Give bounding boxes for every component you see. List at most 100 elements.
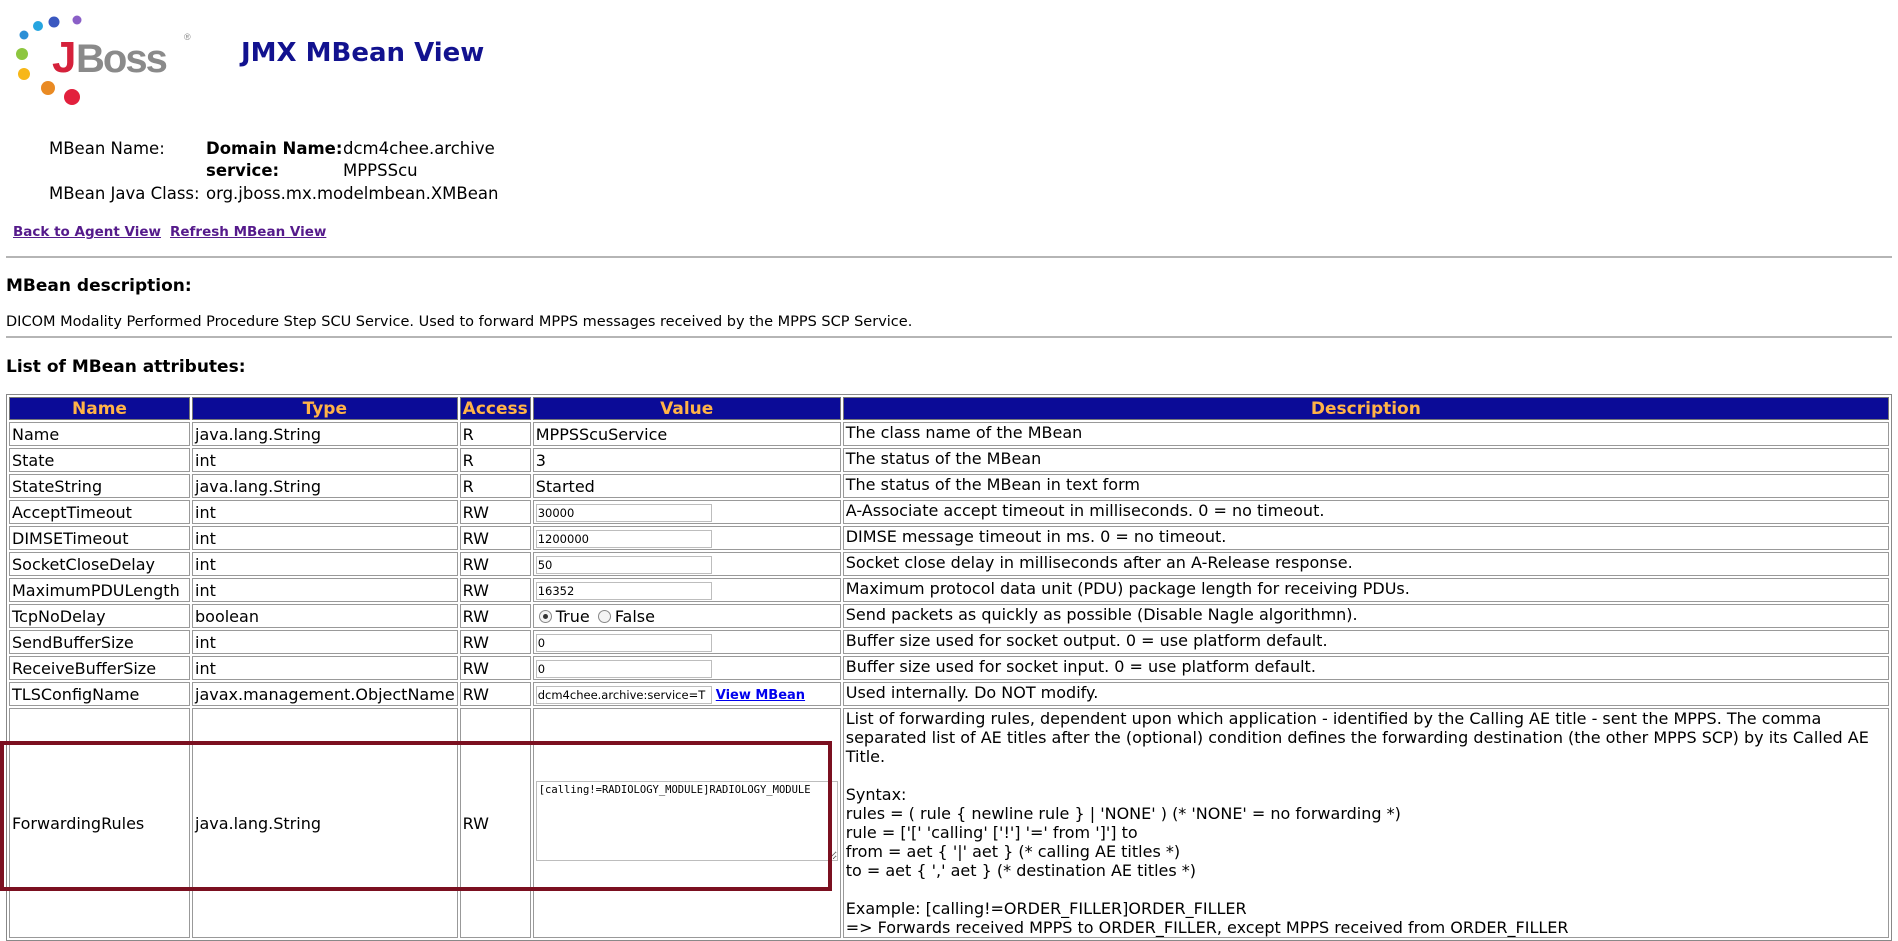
tls-config-name-input[interactable]: [535, 685, 712, 704]
table-row: TLSConfigName javax.management.ObjectNam…: [9, 682, 1889, 706]
attr-access: RW: [459, 552, 531, 576]
false-radio[interactable]: [597, 609, 611, 623]
attr-name: SendBufferSize: [9, 630, 190, 654]
attr-name: ReceiveBufferSize: [9, 656, 190, 680]
description-line: Example: [calling!=ORDER_FILLER]ORDER_FI…: [845, 899, 1247, 918]
column-header-access: Access: [459, 397, 531, 420]
domain-name-label: Domain Name:: [206, 139, 343, 158]
table-row: Name java.lang.String R MPPSScuService T…: [9, 422, 1889, 446]
attr-value-cell: [532, 526, 841, 550]
attr-description: Maximum protocol data unit (PDU) package…: [842, 578, 1889, 602]
attr-access: RW: [459, 604, 531, 628]
attr-name: Name: [9, 422, 190, 446]
attr-type: int: [192, 630, 458, 654]
accept-timeout-input[interactable]: [535, 503, 712, 522]
receive-buffer-size-input[interactable]: [535, 659, 712, 678]
java-class-label: MBean Java Class:: [49, 184, 200, 203]
column-header-description: Description: [842, 397, 1889, 420]
table-row: SendBufferSize int RW Buffer size used f…: [9, 630, 1889, 654]
column-header-name: Name: [9, 397, 190, 420]
attr-description: A-Associate accept timeout in millisecon…: [842, 500, 1889, 524]
send-buffer-size-input[interactable]: [535, 633, 712, 652]
table-row: State int R 3 The status of the MBean: [9, 448, 1889, 472]
attr-name: TcpNoDelay: [9, 604, 190, 628]
table-row: MaximumPDULength int RW Maximum protocol…: [9, 578, 1889, 602]
back-to-agent-view-link[interactable]: Back to Agent View: [13, 224, 161, 240]
attr-value: MPPSScuService: [532, 422, 841, 446]
attr-access: RW: [459, 526, 531, 550]
attr-value-cell: [532, 500, 841, 524]
attr-value: 3: [532, 448, 841, 472]
domain-name-value: dcm4chee.archive: [343, 139, 495, 158]
attr-value-cell: [532, 630, 841, 654]
table-row: DIMSETimeout int RW DIMSE message timeou…: [9, 526, 1889, 550]
attr-type: int: [192, 526, 458, 550]
attr-name: DIMSETimeout: [9, 526, 190, 550]
attr-type: int: [192, 656, 458, 680]
false-radio-label: False: [614, 606, 655, 626]
refresh-mbean-view-link[interactable]: Refresh MBean View: [170, 224, 326, 240]
attr-type: int: [192, 448, 458, 472]
attr-description: Buffer size used for socket output. 0 = …: [842, 630, 1889, 654]
dimse-timeout-input[interactable]: [535, 529, 712, 548]
table-header-row: Name Type Access Value Description: [9, 397, 1889, 420]
attr-name: TLSConfigName: [9, 682, 190, 706]
attr-type: int: [192, 578, 458, 602]
view-mbean-link[interactable]: View MBean: [716, 688, 805, 703]
svg-text:Boss: Boss: [76, 37, 167, 81]
attr-name: ForwardingRules: [9, 708, 190, 938]
attr-type: int: [192, 552, 458, 576]
svg-text:J: J: [52, 33, 74, 82]
description-line: [846, 766, 1886, 785]
true-radio-label: True: [555, 606, 590, 626]
attributes-heading: List of MBean attributes:: [6, 357, 246, 377]
attr-description: DIMSE message timeout in ms. 0 = no time…: [842, 526, 1889, 550]
attr-name: State: [9, 448, 190, 472]
attr-value-cell: True False: [532, 604, 841, 628]
attr-description: The status of the MBean in text form: [842, 474, 1889, 498]
attr-type: java.lang.String: [192, 708, 458, 938]
attr-access: R: [459, 422, 531, 446]
socket-close-delay-input[interactable]: [535, 555, 712, 574]
attr-access: R: [459, 474, 531, 498]
description-line: to = aet { ',' aet } (* destination AE t…: [845, 861, 1197, 880]
table-row: ReceiveBufferSize int RW Buffer size use…: [9, 656, 1889, 680]
divider: [6, 256, 1892, 258]
attr-type: javax.management.ObjectName: [192, 682, 458, 706]
true-radio[interactable]: [538, 609, 552, 623]
service-value: MPPSScu: [343, 161, 418, 180]
attr-description: List of forwarding rules, dependent upon…: [842, 708, 1889, 938]
attr-type: int: [192, 500, 458, 524]
attr-access: RW: [459, 708, 531, 938]
attr-type: java.lang.String: [192, 474, 458, 498]
mbean-description-heading: MBean description:: [6, 276, 192, 296]
attr-type: java.lang.String: [192, 422, 458, 446]
forwarding-rules-textarea[interactable]: [calling!=RADIOLOGY_MODULE]RADIOLOGY_MOD…: [535, 781, 838, 861]
attr-name: StateString: [9, 474, 190, 498]
svg-text:®: ®: [184, 32, 191, 42]
divider: [6, 336, 1892, 338]
attr-access: RW: [459, 630, 531, 654]
maximum-pdu-length-input[interactable]: [535, 581, 712, 600]
column-header-type: Type: [192, 397, 458, 420]
attr-description: Socket close delay in milliseconds after…: [842, 552, 1889, 576]
attr-description: The status of the MBean: [842, 448, 1889, 472]
attr-value-cell: [calling!=RADIOLOGY_MODULE]RADIOLOGY_MOD…: [532, 708, 841, 938]
attr-name: SocketCloseDelay: [9, 552, 190, 576]
attr-name: AcceptTimeout: [9, 500, 190, 524]
description-line: from = aet { '|' aet } (* calling AE tit…: [845, 842, 1181, 861]
java-class-value: org.jboss.mx.modelmbean.XMBean: [206, 184, 499, 203]
description-line: rules = ( rule { newline rule } | 'NONE'…: [845, 804, 1401, 823]
table-row: SocketCloseDelay int RW Socket close del…: [9, 552, 1889, 576]
attributes-table: Name Type Access Value Description Name …: [6, 394, 1892, 941]
attr-access: RW: [459, 682, 531, 706]
attr-type: boolean: [192, 604, 458, 628]
table-row: AcceptTimeout int RW A-Associate accept …: [9, 500, 1889, 524]
attr-description: Send packets as quickly as possible (Dis…: [842, 604, 1889, 628]
table-row: StateString java.lang.String R Started T…: [9, 474, 1889, 498]
jboss-logo: J Boss ®: [10, 8, 195, 118]
column-header-value: Value: [532, 397, 841, 420]
description-line: => Forwards received MPPS to ORDER_FILLE…: [845, 918, 1569, 937]
attr-value-cell: [532, 578, 841, 602]
attr-value-cell: [532, 656, 841, 680]
